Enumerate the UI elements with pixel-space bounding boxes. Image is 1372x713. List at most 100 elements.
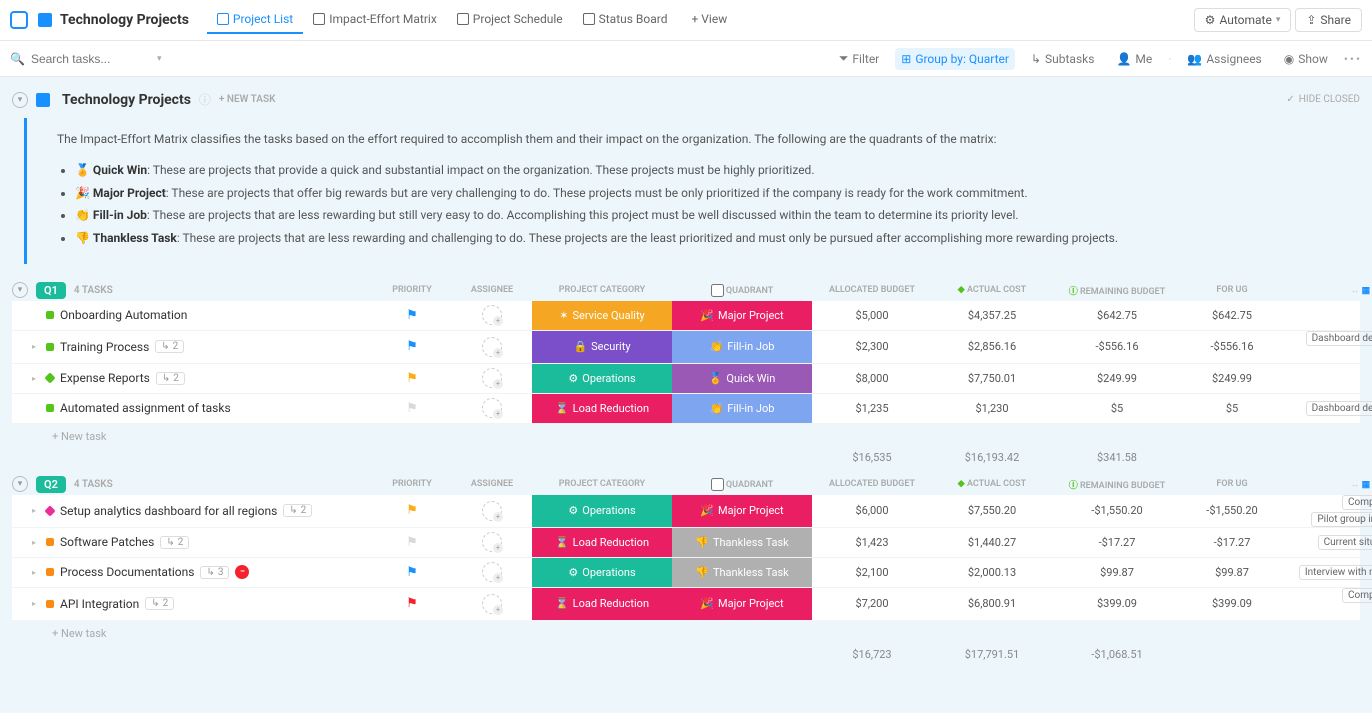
col-priority[interactable]: PRIORITY — [372, 475, 452, 493]
budget-cell[interactable]: $2,300 — [812, 340, 932, 353]
status-square-icon[interactable] — [46, 568, 54, 576]
category-cell[interactable]: ⚙Operations — [532, 495, 672, 527]
assignee-avatar-icon[interactable] — [482, 562, 502, 582]
remaining-cell[interactable]: -$17.27 — [1052, 536, 1182, 549]
status-square-icon[interactable] — [44, 373, 55, 384]
col-assignee[interactable]: ASSIGNEE — [452, 281, 532, 299]
assignee-avatar-icon[interactable] — [482, 398, 502, 418]
groupby-button[interactable]: ⊞Group by: Quarter — [895, 48, 1015, 70]
col-actual[interactable]: ◆ ACTUAL COST — [932, 475, 1052, 493]
change-chip[interactable]: Current situation characterizi — [1318, 535, 1372, 550]
forug-cell[interactable]: -$1,550.20 — [1182, 504, 1282, 517]
view-tab-project-schedule[interactable]: Project Schedule — [447, 6, 573, 34]
task-row[interactable]: ▸ API Integration ↳2 ⚑ ⌛Load Reduction 🎉… — [12, 588, 1360, 621]
category-cell[interactable]: 🔒Security — [532, 331, 672, 363]
subtask-badge[interactable]: ↳3 — [200, 566, 229, 579]
change-chip[interactable]: Pilot group implementation Be — [1311, 512, 1372, 527]
collapse-section-button[interactable]: ▾ — [12, 92, 28, 108]
assignee-cell[interactable] — [452, 398, 532, 418]
priority-flag[interactable]: ⚑ — [372, 308, 452, 323]
change-chip[interactable]: Company-wide Training — [1342, 588, 1372, 603]
col-category[interactable]: PROJECT CATEGORY — [532, 281, 672, 299]
priority-flag[interactable]: ⚑ — [372, 401, 452, 416]
collapse-group-button[interactable]: ▾ — [12, 476, 28, 492]
priority-flag[interactable]: ⚑ — [372, 535, 452, 550]
col-actual[interactable]: ◆ ACTUAL COST — [932, 281, 1052, 299]
subtask-badge[interactable]: ↳2 — [145, 597, 174, 610]
forug-cell[interactable]: $399.09 — [1182, 597, 1282, 610]
new-task-button[interactable]: + New task — [12, 424, 1360, 447]
view-tab-project-list[interactable]: Project List — [207, 6, 303, 34]
status-square-icon[interactable] — [46, 404, 54, 412]
assignee-cell[interactable] — [452, 368, 532, 388]
new-task-button[interactable]: + New task — [12, 621, 1360, 644]
col-remaining[interactable]: ⓘ REMAINING BUDGET — [1052, 280, 1182, 301]
change-cell[interactable]: Company-wide TrainingData n — [1282, 588, 1372, 620]
status-square-icon[interactable] — [46, 311, 54, 319]
change-cell[interactable]: Dashboard development for mo — [1282, 401, 1372, 416]
task-name[interactable]: Software Patches — [60, 535, 154, 549]
view-tab-impact-effort-matrix[interactable]: Impact-Effort Matrix — [303, 6, 447, 34]
remaining-cell[interactable]: $399.09 — [1052, 597, 1182, 610]
col-budget[interactable]: ALLOCATED BUDGET — [812, 281, 932, 299]
change-cell[interactable]: Dashboard development for moProject Clos… — [1282, 331, 1372, 363]
expand-caret-icon[interactable]: ▸ — [32, 599, 40, 608]
quadrant-checkbox[interactable] — [711, 284, 724, 297]
change-cell[interactable]: Current situation characterizi — [1282, 535, 1372, 550]
change-chip[interactable]: Dashboard development for mo — [1306, 331, 1372, 346]
forug-cell[interactable]: $5 — [1182, 402, 1282, 415]
assignee-cell[interactable] — [452, 562, 532, 582]
category-cell[interactable]: ⚙Operations — [532, 558, 672, 587]
quadrant-cell[interactable]: 👏Fill-in Job — [672, 394, 812, 423]
budget-cell[interactable]: $1,235 — [812, 402, 932, 415]
remaining-cell[interactable]: $249.99 — [1052, 372, 1182, 385]
task-row[interactable]: ▸ Expense Reports ↳2 ⚑ ⚙Operations 🏅Quic… — [12, 364, 1360, 394]
actual-cell[interactable]: $1,230 — [932, 402, 1052, 415]
priority-flag[interactable]: ⚑ — [372, 339, 452, 354]
me-button[interactable]: 👤Me — [1110, 48, 1158, 70]
budget-cell[interactable]: $8,000 — [812, 372, 932, 385]
task-row[interactable]: ▸ Software Patches ↳2 ⚑ ⌛Load Reduction … — [12, 528, 1360, 558]
col-change[interactable]: ↔ ▦ CHANGE MANAGEM — [1282, 281, 1372, 300]
task-name[interactable]: Training Process — [60, 340, 149, 354]
category-cell[interactable]: ⌛Load Reduction — [532, 588, 672, 620]
task-row[interactable]: Automated assignment of tasks ⚑ ⌛Load Re… — [12, 394, 1360, 424]
budget-cell[interactable]: $7,200 — [812, 597, 932, 610]
priority-flag[interactable]: ⚑ — [372, 596, 452, 611]
status-square-icon[interactable] — [46, 538, 54, 546]
category-cell[interactable]: ✶Service Quality — [532, 301, 672, 330]
quadrant-cell[interactable]: 👎Thankless Task — [672, 528, 812, 557]
quadrant-cell[interactable]: 👏Fill-in Job — [672, 331, 812, 363]
subtask-badge[interactable]: ↳2 — [283, 504, 312, 517]
task-row[interactable]: ▸ Process Documentations ↳3 − ⚑ ⚙Operati… — [12, 558, 1360, 588]
group-badge[interactable]: Q2 — [36, 476, 66, 493]
col-budget[interactable]: ALLOCATED BUDGET — [812, 475, 932, 493]
remaining-cell[interactable]: $642.75 — [1052, 309, 1182, 322]
chevron-down-icon[interactable]: ▾ — [157, 54, 162, 64]
col-category[interactable]: PROJECT CATEGORY — [532, 475, 672, 493]
col-priority[interactable]: PRIORITY — [372, 281, 452, 299]
remaining-cell[interactable]: -$556.16 — [1052, 340, 1182, 353]
automate-button[interactable]: ⚙ Automate ▾ — [1194, 8, 1292, 32]
new-task-top-button[interactable]: + NEW TASK — [219, 94, 276, 105]
show-button[interactable]: ◉Show — [1278, 48, 1334, 70]
category-cell[interactable]: ⚙Operations — [532, 364, 672, 393]
expand-caret-icon[interactable]: ▸ — [32, 506, 40, 515]
subtask-badge[interactable]: ↳2 — [160, 536, 189, 549]
quadrant-cell[interactable]: 👎Thankless Task — [672, 558, 812, 587]
task-name[interactable]: Setup analytics dashboard for all region… — [60, 504, 277, 518]
change-cell[interactable]: Company-wide TrainingPilot group impleme… — [1282, 495, 1372, 527]
expand-caret-icon[interactable]: ▸ — [32, 374, 40, 383]
priority-flag[interactable]: ⚑ — [372, 565, 452, 580]
group-badge[interactable]: Q1 — [36, 282, 66, 299]
col-remaining[interactable]: ⓘ REMAINING BUDGET — [1052, 474, 1182, 495]
col-quadrant[interactable]: QUADRANT — [672, 280, 812, 301]
filter-button[interactable]: ⏷Filter — [833, 47, 885, 70]
assignee-cell[interactable] — [452, 594, 532, 614]
search-input[interactable] — [31, 52, 151, 66]
forug-cell[interactable]: $642.75 — [1182, 309, 1282, 322]
assignee-avatar-icon[interactable] — [482, 501, 502, 521]
col-change[interactable]: ↔ ▦ CHANGE MANAGEM — [1282, 475, 1372, 494]
assignee-avatar-icon[interactable] — [482, 532, 502, 552]
forug-cell[interactable]: $99.87 — [1182, 566, 1282, 579]
